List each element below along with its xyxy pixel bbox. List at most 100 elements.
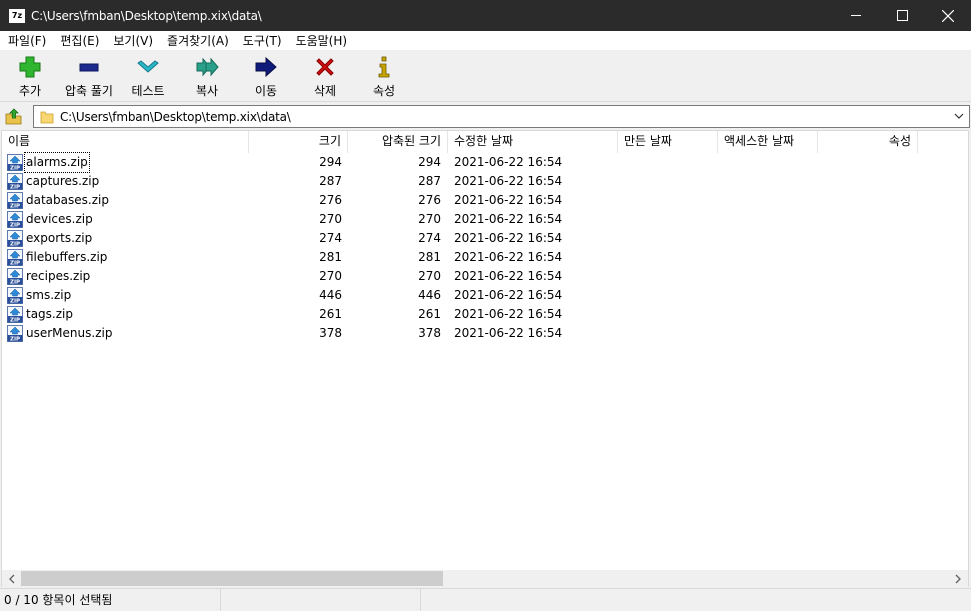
extract-button[interactable]: 압축 풀기	[61, 55, 117, 99]
close-window-button[interactable]	[925, 0, 971, 31]
svg-text:ZIP: ZIP	[10, 185, 20, 191]
file-packed-size: 270	[418, 212, 441, 226]
file-modified: 2021-06-22 16:54	[454, 288, 563, 302]
file-size: 446	[319, 288, 342, 302]
file-list: 이름 크기 압축된 크기 수정한 날짜 만든 날짜 액세스한 날짜 속성 ZIP…	[1, 130, 969, 571]
menu-favorites[interactable]: 즐겨찾기(A)	[160, 31, 236, 51]
file-packed-size: 287	[418, 174, 441, 188]
file-modified: 2021-06-22 16:54	[454, 174, 563, 188]
file-row[interactable]: ZIP exports.zip 274 274 2021-06-22 16:54	[2, 229, 968, 248]
column-header-name[interactable]: 이름	[2, 131, 249, 153]
svg-text:ZIP: ZIP	[10, 204, 20, 210]
file-packed-size: 276	[418, 193, 441, 207]
maximize-button[interactable]	[879, 0, 925, 31]
info-button[interactable]: 속성	[356, 55, 412, 99]
zip-file-icon: ZIP	[7, 192, 23, 209]
column-header-attributes[interactable]: 속성	[818, 131, 918, 153]
file-size: 270	[319, 212, 342, 226]
minus-icon	[79, 63, 99, 72]
zip-file-icon: ZIP	[7, 154, 23, 171]
file-packed-size: 378	[418, 326, 441, 340]
svg-text:ZIP: ZIP	[10, 166, 20, 172]
file-packed-size: 261	[418, 307, 441, 321]
test-label: 테스트	[131, 84, 165, 98]
parent-folder-button[interactable]	[4, 106, 24, 126]
file-size: 281	[319, 250, 342, 264]
svg-text:ZIP: ZIP	[10, 299, 20, 305]
file-packed-size: 274	[418, 231, 441, 245]
address-bar: C:\Users\fmban\Desktop\temp.xix\data\	[0, 103, 971, 129]
column-header-created[interactable]: 만든 날짜	[618, 131, 718, 153]
file-row[interactable]: ZIP captures.zip 287 287 2021-06-22 16:54	[2, 172, 968, 191]
file-size: 270	[319, 269, 342, 283]
check-icon	[137, 60, 159, 73]
file-name: recipes.zip	[26, 269, 91, 283]
file-name: sms.zip	[26, 288, 72, 302]
toolbar: 추가 압축 풀기 테스트 복사 이동 삭제 속성	[0, 51, 971, 102]
file-name: databases.zip	[26, 193, 109, 207]
file-name: alarms.zip	[24, 152, 90, 173]
file-row[interactable]: ZIP devices.zip 270 270 2021-06-22 16:54	[2, 210, 968, 229]
zip-file-icon: ZIP	[7, 287, 23, 304]
delete-label: 삭제	[313, 84, 337, 98]
scroll-right-button[interactable]	[951, 572, 965, 585]
file-size: 261	[319, 307, 342, 321]
file-modified: 2021-06-22 16:54	[454, 231, 563, 245]
file-row[interactable]: ZIP alarms.zip 294 294 2021-06-22 16:54	[2, 152, 968, 173]
folder-up-icon	[5, 108, 22, 125]
horizontal-scrollbar[interactable]	[1, 570, 969, 587]
file-row[interactable]: ZIP sms.zip 446 446 2021-06-22 16:54	[2, 286, 968, 305]
file-modified: 2021-06-22 16:54	[454, 307, 563, 321]
zip-file-icon: ZIP	[7, 325, 23, 342]
file-row[interactable]: ZIP userMenus.zip 378 378 2021-06-22 16:54	[2, 324, 968, 343]
status-bar: 0 / 10 항목이 선택됨	[0, 588, 971, 611]
path-combobox[interactable]: C:\Users\fmban\Desktop\temp.xix\data\	[33, 105, 970, 128]
maximize-icon	[896, 10, 908, 21]
file-row[interactable]: ZIP filebuffers.zip 281 281 2021-06-22 16:54	[2, 248, 968, 267]
path-text: C:\Users\fmban\Desktop\temp.xix\data\	[60, 109, 291, 124]
menu-tools[interactable]: 도구(T)	[236, 31, 289, 51]
scroll-left-button[interactable]	[5, 572, 19, 585]
copy-label: 복사	[195, 84, 219, 98]
status-segment-info	[421, 589, 971, 611]
file-row[interactable]: ZIP tags.zip 261 261 2021-06-22 16:54	[2, 305, 968, 324]
delete-button[interactable]: 삭제	[297, 55, 353, 99]
test-button[interactable]: 테스트	[120, 55, 176, 99]
column-header-size[interactable]: 크기	[249, 131, 348, 153]
file-packed-size: 446	[418, 288, 441, 302]
plus-icon	[19, 56, 41, 78]
x-icon	[316, 58, 334, 76]
add-label: 추가	[18, 84, 42, 98]
file-size: 294	[319, 155, 342, 169]
zip-file-icon: ZIP	[7, 306, 23, 323]
file-size: 274	[319, 231, 342, 245]
zip-file-icon: ZIP	[7, 268, 23, 285]
menu-help[interactable]: 도움말(H)	[289, 31, 355, 51]
file-row[interactable]: ZIP recipes.zip 270 270 2021-06-22 16:54	[2, 267, 968, 286]
copy-button[interactable]: 복사	[179, 55, 235, 99]
file-size: 287	[319, 174, 342, 188]
file-modified: 2021-06-22 16:54	[454, 250, 563, 264]
add-button[interactable]: 추가	[2, 55, 58, 99]
file-modified: 2021-06-22 16:54	[454, 155, 563, 169]
menu-file[interactable]: 파일(F)	[0, 31, 53, 51]
file-modified: 2021-06-22 16:54	[454, 326, 563, 340]
column-header-accessed[interactable]: 액세스한 날짜	[718, 131, 818, 153]
file-packed-size: 281	[418, 250, 441, 264]
menu-edit[interactable]: 편집(E)	[53, 31, 106, 51]
chevron-right-icon	[955, 574, 961, 583]
column-header-modified[interactable]: 수정한 날짜	[448, 131, 618, 153]
menu-view[interactable]: 보기(V)	[106, 31, 160, 51]
minimize-button[interactable]	[833, 0, 879, 31]
chevron-down-icon[interactable]	[953, 110, 965, 122]
column-header-packed-size[interactable]: 압축된 크기	[348, 131, 448, 153]
scrollbar-thumb[interactable]	[21, 571, 443, 586]
info-icon	[378, 56, 390, 78]
minimize-icon	[850, 15, 861, 16]
chevron-left-icon	[9, 574, 15, 583]
list-header: 이름 크기 압축된 크기 수정한 날짜 만든 날짜 액세스한 날짜 속성	[2, 131, 968, 153]
info-label: 속성	[372, 84, 396, 98]
move-button[interactable]: 이동	[238, 55, 294, 99]
status-segment-size	[221, 589, 421, 611]
file-row[interactable]: ZIP databases.zip 276 276 2021-06-22 16:54	[2, 191, 968, 210]
